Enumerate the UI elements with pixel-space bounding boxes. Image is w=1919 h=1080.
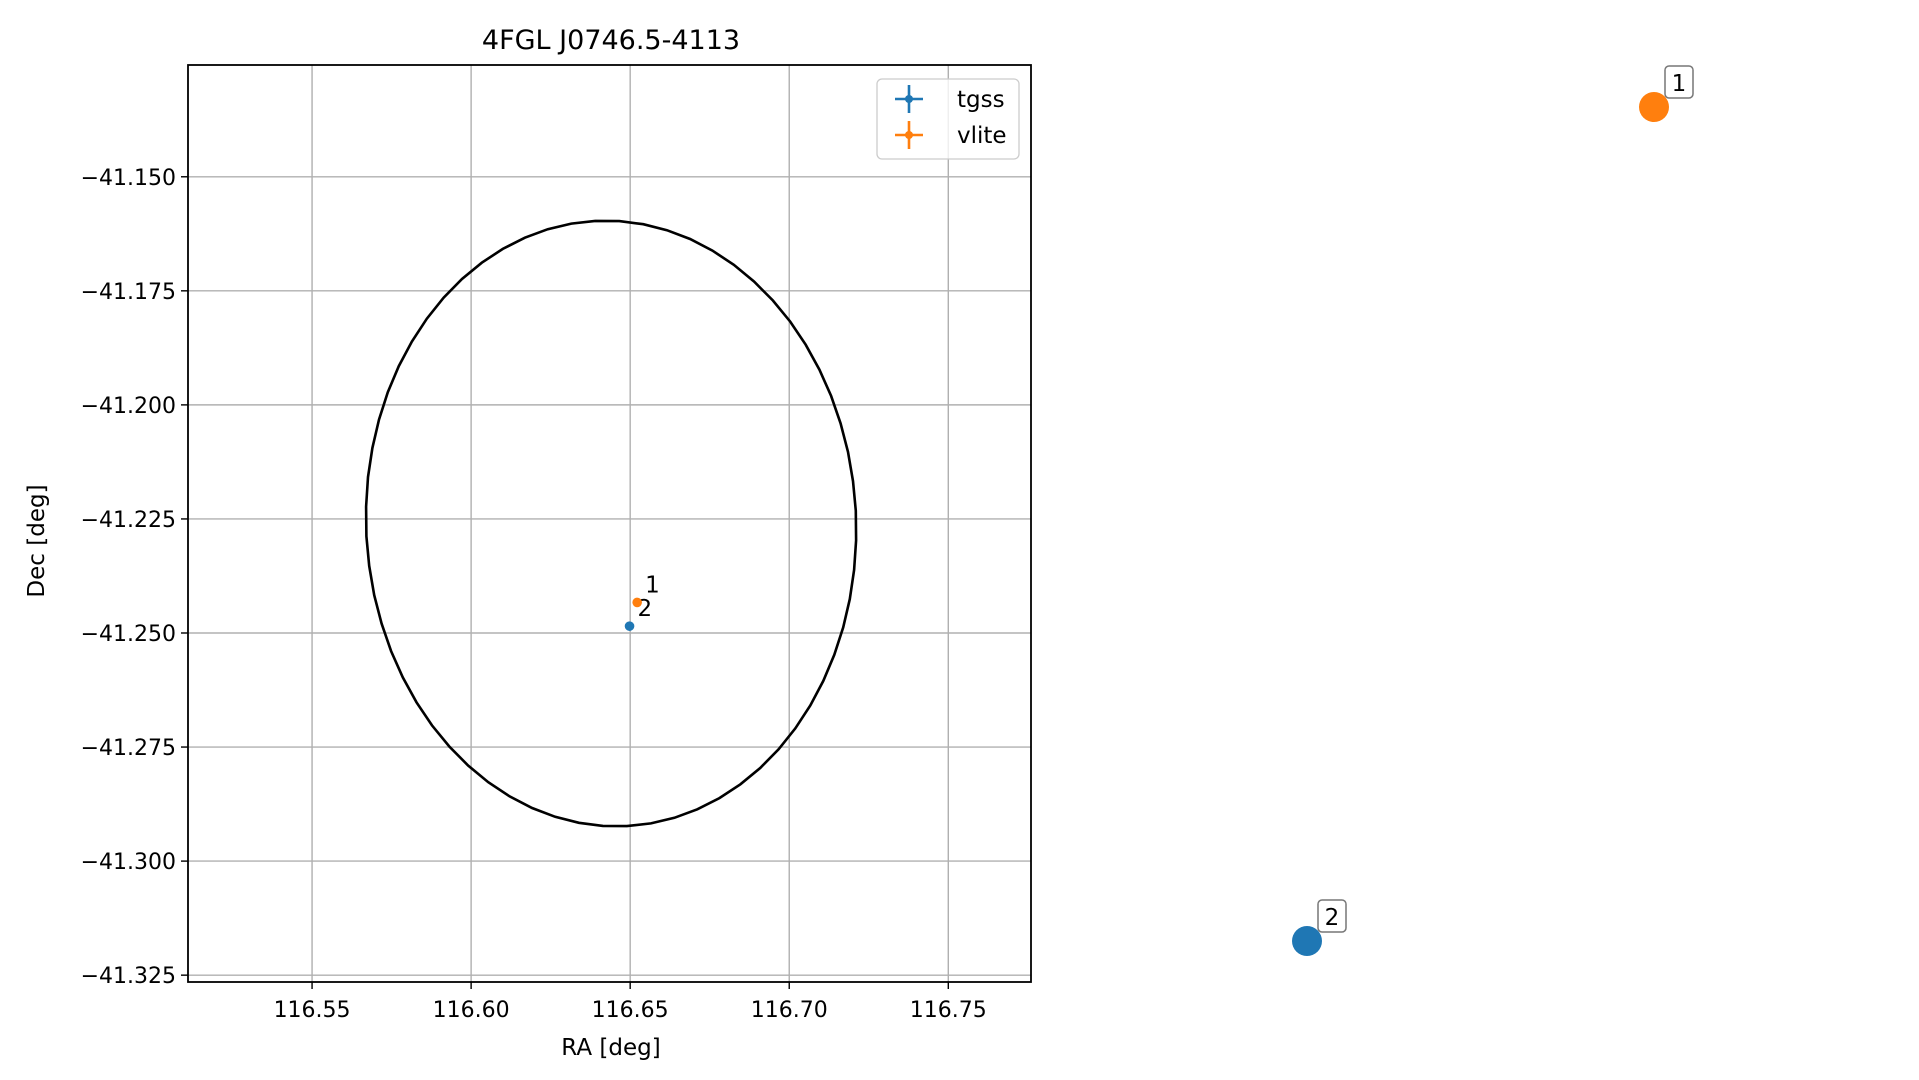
x-axis-label: RA [deg]: [561, 1035, 660, 1061]
y-tick-label: −41.325: [81, 964, 176, 989]
chart-title: 4FGL J0746.5-4113: [482, 25, 740, 56]
y-tick-label: −41.275: [81, 736, 176, 761]
side-marker-1-label: 1: [1672, 71, 1687, 97]
y-tick-label: −41.175: [81, 280, 176, 305]
y-tick-label: −41.250: [81, 622, 176, 647]
legend-label-vlite: vlite: [957, 123, 1007, 149]
x-tick-label: 116.55: [274, 998, 351, 1023]
side-marker-1-dot: [1639, 92, 1669, 122]
point-vlite: [632, 597, 642, 608]
point-tgss: [624, 621, 635, 631]
legend-label-tgss: tgss: [957, 87, 1005, 113]
y-axis-label: Dec [deg]: [24, 484, 50, 597]
side-marker-2-label: 2: [1325, 905, 1340, 931]
point-label-vlite: 1: [645, 572, 660, 598]
y-tick-label: −41.150: [81, 166, 176, 191]
x-tick-label: 116.75: [910, 998, 987, 1023]
y-tick-label: −41.300: [81, 850, 176, 875]
figure-background: [0, 0, 1919, 1080]
legend: tgss vlite: [876, 78, 1020, 160]
x-tick-label: 116.65: [592, 998, 669, 1023]
figure: 2 1 116.55 116.60 116.65 116.70 116.75 −41.15…: [0, 0, 1919, 1080]
side-marker-2-dot: [1292, 926, 1322, 956]
x-tick-label: 116.60: [433, 998, 510, 1023]
x-tick-label: 116.70: [751, 998, 828, 1023]
y-tick-label: −41.200: [81, 394, 176, 419]
y-tick-label: −41.225: [81, 508, 176, 533]
